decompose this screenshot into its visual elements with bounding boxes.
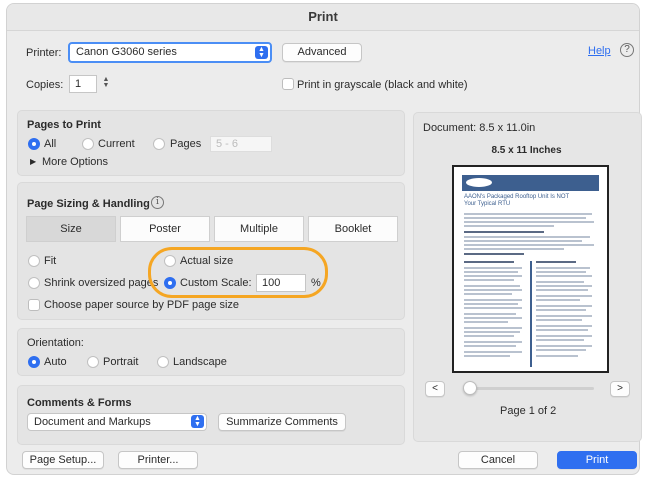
more-options-toggle[interactable]: More Options [42,156,108,168]
preview-logo [466,178,492,187]
comments-title: Comments & Forms [27,397,132,409]
next-page-button[interactable]: > [610,381,630,397]
shrink-oversized-radio[interactable] [28,277,40,289]
chevron-updown-icon: ▲ ▼ [255,46,268,59]
preview-heading: AAON's Packaged Rooftop Unit Is NOT Your… [464,194,570,207]
orientation-landscape-radio[interactable] [157,356,169,368]
copies-input[interactable]: 1 [69,75,97,93]
page-slider-track[interactable] [464,387,594,390]
orientation-portrait-label: Portrait [103,356,139,368]
orientation-auto-radio[interactable] [28,356,40,368]
tab-booklet[interactable]: Booklet [308,216,398,242]
printer-button[interactable]: Printer... [118,451,198,469]
paper-source-label: Choose paper source by PDF page size [44,299,240,311]
chevron-updown-icon: ▲ ▼ [191,415,204,428]
annotation-highlight [148,247,328,298]
orientation-title: Orientation: [27,337,84,349]
comments-select[interactable]: Document and Markups ▲ ▼ [27,413,207,431]
page-sizing-title: Page Sizing & Handling [27,198,150,210]
paper-size-label: 8.5 x 11 Inches [491,145,562,156]
fit-label: Fit [44,255,57,267]
info-icon[interactable]: i [151,196,164,209]
page-slider-knob[interactable] [463,381,477,395]
orientation-panel [17,328,405,376]
previous-page-button[interactable]: < [425,381,445,397]
printer-select[interactable]: Canon G3060 series ▲ ▼ [68,42,272,63]
grayscale-checkbox[interactable] [282,78,294,90]
orientation-portrait-radio[interactable] [87,356,99,368]
help-circle-icon[interactable]: ? [620,43,634,57]
copies-stepper[interactable]: ▲ ▼ [101,76,111,89]
paper-source-checkbox[interactable] [28,299,40,311]
help-link[interactable]: Help [588,45,611,57]
shrink-oversized-label: Shrink oversized pages [44,277,159,289]
cancel-button[interactable]: Cancel [458,451,538,469]
print-button[interactable]: Print [557,451,637,469]
copies-label: Copies: [26,79,64,91]
disclosure-triangle-icon[interactable]: ▶ [30,157,36,166]
orientation-auto-label: Auto [44,356,67,368]
summarize-comments-button[interactable]: Summarize Comments [218,413,346,431]
tab-poster[interactable]: Poster [120,216,210,242]
printer-select-value: Canon G3060 series [76,46,177,58]
advanced-button[interactable]: Advanced [282,43,362,62]
tab-multiple[interactable]: Multiple [214,216,304,242]
orientation-landscape-label: Landscape [173,356,227,368]
grayscale-label: Print in grayscale (black and white) [297,79,468,91]
fit-radio[interactable] [28,255,40,267]
page-indicator: Page 1 of 2 [500,405,557,417]
pages-to-print-title: Pages to Print [27,119,101,131]
page-preview: AAON's Packaged Rooftop Unit Is NOT Your… [452,165,609,373]
comments-select-value: Document and Markups [34,416,151,428]
document-size-label: Document: 8.5 x 11.0in [423,122,536,134]
page-setup-button[interactable]: Page Setup... [22,451,104,469]
printer-label: Printer: [26,47,62,59]
tab-size[interactable]: Size [26,216,116,242]
window-title: Print [7,4,639,31]
